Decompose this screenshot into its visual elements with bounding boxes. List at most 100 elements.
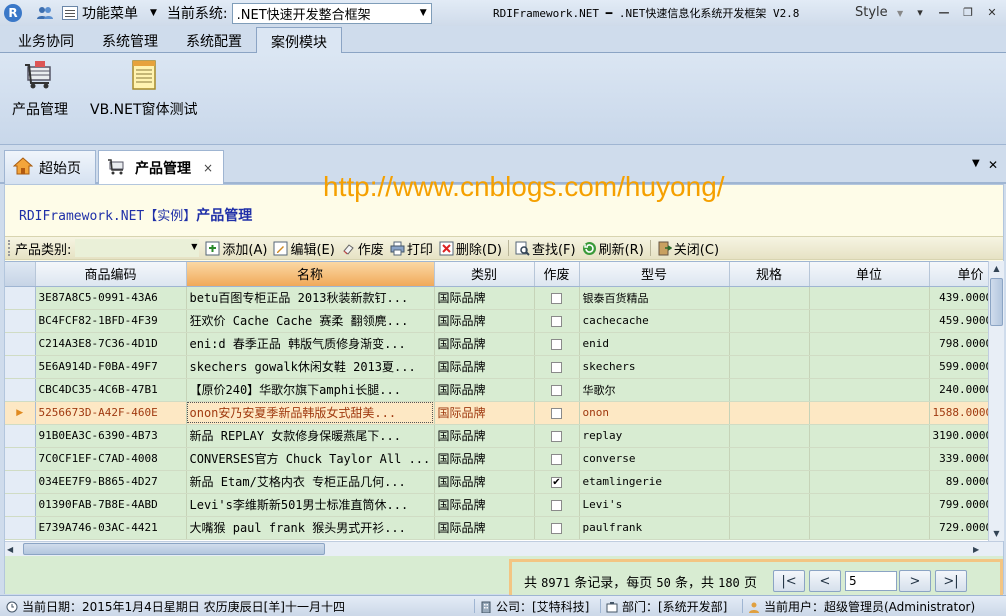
cell-category[interactable]: 国际品牌 <box>434 378 535 402</box>
close-all-tabs-icon[interactable]: ✕ <box>988 158 998 172</box>
cell-unit[interactable] <box>809 309 930 333</box>
cell-category[interactable]: 国际品牌 <box>434 447 535 471</box>
column-header-spec[interactable]: 规格 <box>729 262 810 287</box>
cell-unit[interactable] <box>809 516 930 540</box>
cell-model[interactable]: cachecache <box>579 309 730 333</box>
cell-spec[interactable] <box>729 447 810 471</box>
void-checkbox[interactable] <box>551 522 562 534</box>
cell-model[interactable]: etamlingerie <box>579 470 730 494</box>
delete-button[interactable]: 删除(D) <box>439 239 502 258</box>
table-row[interactable]: E739A746-03AC-4421 大嘴猴 paul frank 猴头男式开衫.… <box>5 516 994 540</box>
cell-unit[interactable] <box>809 470 930 494</box>
ribbon-tab-active[interactable]: 案例模块 <box>256 27 342 53</box>
print-button[interactable]: 打印 <box>390 239 433 258</box>
column-header-code[interactable]: 商品编码 <box>35 262 187 287</box>
table-row[interactable]: C214A3E8-7C36-4D1D eni:d 春季正品 韩版气质修身渐变...… <box>5 332 994 356</box>
cell-name[interactable]: CONVERSES官方 Chuck Taylor All ... <box>186 447 435 471</box>
product-grid[interactable]: 商品编码 名称 类别 作废 型号 规格 单位 单价 3E87A8C5-0991-… <box>5 261 1003 541</box>
refresh-button[interactable]: 刷新(R) <box>582 239 644 258</box>
grid-vertical-scrollbar[interactable]: ▲ ▼ <box>988 261 1004 541</box>
cell-price[interactable]: 798.0000 <box>929 332 994 356</box>
row-indicator[interactable] <box>5 355 36 379</box>
row-indicator[interactable] <box>5 286 36 310</box>
cell-name[interactable]: 大嘴猴 paul frank 猴头男式开衫... <box>186 516 435 540</box>
cell-name[interactable]: 新品 REPLAY 女款修身保暖燕尾下... <box>186 424 435 448</box>
cell-unit[interactable] <box>809 286 930 310</box>
cell-unit[interactable] <box>809 401 930 425</box>
cell-model[interactable]: Levi's <box>579 493 730 517</box>
cell-spec[interactable] <box>729 401 810 425</box>
cell-model[interactable]: skechers <box>579 355 730 379</box>
cell-category[interactable]: 国际品牌 <box>434 309 535 333</box>
column-header-category[interactable]: 类别 <box>434 262 535 287</box>
scroll-right-icon[interactable]: ▶ <box>973 542 979 557</box>
cell-category[interactable]: 国际品牌 <box>434 286 535 310</box>
ribbon-tab[interactable]: 系统管理 <box>88 27 172 53</box>
cell-spec[interactable] <box>729 424 810 448</box>
table-row[interactable]: 034EE7F9-B865-4D27 新品 Etam/艾格内衣 专柜正品几何...… <box>5 470 994 494</box>
cell-code[interactable]: 034EE7F9-B865-4D27 <box>35 470 187 494</box>
row-indicator[interactable] <box>5 516 36 540</box>
function-menu-icon[interactable] <box>62 6 78 20</box>
table-row[interactable]: CBC4DC35-4C6B-47B1 【原价240】华歌尔旗下amphi长腿...… <box>5 378 994 402</box>
cell-code[interactable]: 91B0EA3C-6390-4B73 <box>35 424 187 448</box>
cell-spec[interactable] <box>729 378 810 402</box>
cell-unit[interactable] <box>809 493 930 517</box>
cell-name[interactable]: 【原价240】华歌尔旗下amphi长腿... <box>186 378 435 402</box>
row-indicator[interactable] <box>5 332 36 356</box>
cell-code[interactable]: 5256673D-A42F-460E <box>35 401 187 425</box>
prev-page-button[interactable]: < <box>808 570 841 592</box>
ribbon-tab[interactable]: 系统配置 <box>172 27 256 53</box>
last-page-button[interactable]: >| <box>934 570 967 592</box>
grid-horizontal-scrollbar[interactable]: ◀ ▶ <box>5 541 1003 556</box>
cell-unit[interactable] <box>809 378 930 402</box>
cell-void[interactable] <box>534 355 580 379</box>
tab-close-icon[interactable]: × <box>203 161 213 175</box>
function-menu-dropdown-icon[interactable]: ▼ <box>150 8 157 18</box>
column-header-unit[interactable]: 单位 <box>809 262 930 287</box>
current-system-select[interactable]: .NET快速开发整合框架 ▼ <box>231 2 432 24</box>
cell-spec[interactable] <box>729 286 810 310</box>
cell-price[interactable]: 439.0000 <box>929 286 994 310</box>
cell-void[interactable] <box>534 424 580 448</box>
void-checkbox[interactable] <box>551 499 562 511</box>
restore-icon[interactable]: ❐ <box>960 5 976 20</box>
row-indicator[interactable] <box>5 493 36 517</box>
table-row[interactable]: BC4FCF82-1BFD-4F39 狂欢价 Cache Cache 赛柔 翻领麂… <box>5 309 994 333</box>
table-row[interactable]: 01390FAB-7B8E-4ABD Levi's李维斯新501男士标准直筒休..… <box>5 493 994 517</box>
cell-spec[interactable] <box>729 309 810 333</box>
void-checkbox[interactable] <box>551 430 562 442</box>
void-button[interactable]: 作废 <box>341 239 384 258</box>
row-indicator[interactable] <box>5 309 36 333</box>
column-header-price[interactable]: 单价 <box>929 262 994 287</box>
void-checkbox[interactable]: ✔ <box>551 476 562 488</box>
cell-model[interactable]: 银泰百货精品 <box>579 286 730 310</box>
cell-unit[interactable] <box>809 355 930 379</box>
ribbon-tab[interactable]: 业务协同 <box>4 27 88 53</box>
cell-price[interactable]: 3190.0000 <box>929 424 994 448</box>
vertical-scroll-thumb[interactable] <box>990 278 1003 326</box>
product-management-ribbon-button[interactable]: 产品管理 <box>12 57 68 119</box>
row-indicator[interactable] <box>5 470 36 494</box>
edit-button[interactable]: 编辑(E) <box>273 239 335 258</box>
tab-list-dropdown-icon[interactable]: ▼ <box>972 158 980 169</box>
column-header-void[interactable]: 作废 <box>534 262 580 287</box>
column-header-name[interactable]: 名称 <box>186 262 435 287</box>
tab-product-management[interactable]: 产品管理 × <box>98 150 224 184</box>
cell-spec[interactable] <box>729 355 810 379</box>
cell-code[interactable]: 01390FAB-7B8E-4ABD <box>35 493 187 517</box>
function-menu-button[interactable]: 功能菜单 <box>82 3 138 23</box>
cell-model[interactable]: onon <box>579 401 730 425</box>
cell-category[interactable]: 国际品牌 <box>434 493 535 517</box>
cell-spec[interactable] <box>729 493 810 517</box>
style-dropdown-icon[interactable]: ▼ <box>897 9 903 18</box>
help-icon[interactable]: ▾ <box>912 5 928 20</box>
tab-home[interactable]: 超始页 <box>4 150 96 184</box>
close-form-button[interactable]: 关闭(C) <box>657 239 719 258</box>
cell-unit[interactable] <box>809 424 930 448</box>
cell-code[interactable]: BC4FCF82-1BFD-4F39 <box>35 309 187 333</box>
cell-name[interactable]: betu百图专柜正品 2013秋装新款钉... <box>186 286 435 310</box>
scroll-up-icon[interactable]: ▲ <box>989 261 1004 276</box>
row-indicator[interactable] <box>5 447 36 471</box>
table-row[interactable]: 5E6A914D-F0BA-49F7 skechers gowalk休闲女鞋 20… <box>5 355 994 379</box>
